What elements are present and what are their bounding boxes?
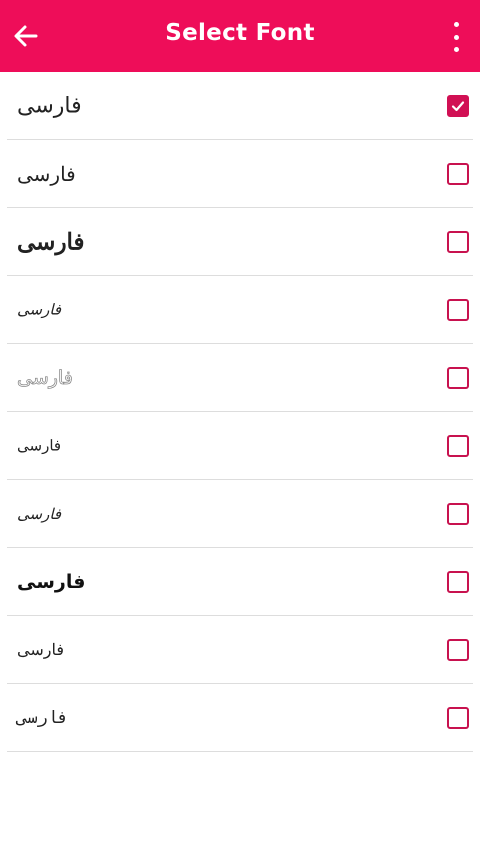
app-bar: Select Font: [0, 0, 480, 72]
checkbox[interactable]: [447, 502, 469, 525]
checkbox[interactable]: [447, 162, 469, 185]
checkbox[interactable]: [447, 366, 469, 389]
checkbox[interactable]: [447, 570, 469, 593]
font-sample: فارسی: [17, 228, 85, 254]
page-title: Select Font: [165, 20, 315, 46]
font-sample: فارسی: [17, 366, 74, 389]
checkbox[interactable]: [447, 706, 469, 729]
checkbox[interactable]: [447, 298, 469, 321]
font-sample: فارسی: [17, 302, 62, 318]
font-option-6[interactable]: فارسی: [7, 412, 473, 480]
font-sample: فارسی: [17, 438, 62, 454]
font-sample: فارسی: [17, 504, 62, 523]
font-sample: فارسی: [17, 570, 86, 593]
font-sample: فارسی: [17, 641, 64, 659]
font-option-5[interactable]: فارسی: [7, 344, 473, 412]
checkbox[interactable]: [447, 230, 469, 253]
font-option-9[interactable]: فارسی: [7, 616, 473, 684]
checkbox[interactable]: [447, 638, 469, 661]
font-sample: فارسی: [17, 93, 82, 118]
font-option-7[interactable]: فارسی: [7, 480, 473, 548]
font-sample: فارسی: [17, 161, 76, 186]
check-icon: [451, 100, 465, 111]
checkbox-checked[interactable]: [447, 94, 469, 117]
more-options-button[interactable]: [446, 22, 466, 52]
font-option-8[interactable]: فارسی: [7, 548, 473, 616]
more-vert-icon: [453, 22, 459, 27]
font-option-4[interactable]: فارسی: [7, 276, 473, 344]
font-option-1[interactable]: فارسی: [7, 72, 473, 140]
font-option-10[interactable]: فارسی: [7, 684, 473, 752]
font-sample: فارسی: [17, 707, 69, 728]
checkbox[interactable]: [447, 434, 469, 457]
font-list: فارسی فارسی فارسی فارسی فارسی فارسی فارس…: [0, 72, 480, 752]
font-option-3[interactable]: فارسی: [7, 208, 473, 276]
font-option-2[interactable]: فارسی: [7, 140, 473, 208]
